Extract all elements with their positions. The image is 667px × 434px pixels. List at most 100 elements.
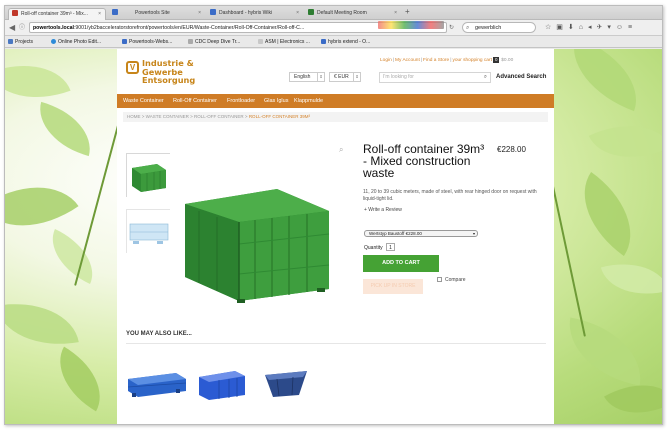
- tab-roll-off-container[interactable]: Roll-off container 39m³ - Mix... ×: [8, 8, 106, 20]
- bookmark-favicon-icon: [51, 39, 56, 44]
- bookmark-asm-electronics[interactable]: ASM | Electronics ...: [258, 37, 310, 47]
- bookmark-powertools-webs[interactable]: Powertools-Webs...: [122, 37, 172, 47]
- variant-select[interactable]: Wertstyp Baustoff €228.00 ▾: [364, 230, 478, 237]
- tab-favicon-icon: [210, 9, 216, 15]
- tab-label: Dashboard - hybris Wiki: [219, 10, 273, 16]
- select-arrows-icon: ⇕: [353, 73, 360, 81]
- currency-value: € EUR: [334, 74, 349, 80]
- product-price: €228.00: [497, 145, 526, 154]
- back-arrow-icon[interactable]: ◀: [9, 23, 15, 33]
- bookmark-label: Powertools-Webs...: [129, 39, 173, 45]
- related-product-2[interactable]: [197, 367, 247, 402]
- nav-klappmulde[interactable]: Klappmulde: [294, 94, 323, 108]
- write-review-link[interactable]: + Write a Review: [364, 207, 402, 213]
- quantity-input[interactable]: 1: [386, 243, 396, 251]
- nav-glas-iglus[interactable]: Glas Iglus: [264, 94, 288, 108]
- bookmark-label: Projects: [15, 39, 34, 45]
- quantity-field: Quantity 1: [364, 243, 396, 252]
- close-tab-icon[interactable]: ×: [98, 9, 101, 20]
- bookmarks-bar: Projects Online Photo Edit... Powertools…: [5, 36, 662, 48]
- zoom-icon[interactable]: ⌕: [339, 145, 343, 155]
- cart-count-badge[interactable]: 0: [493, 57, 500, 63]
- new-tab-icon[interactable]: +: [405, 7, 410, 16]
- toolbar-icons[interactable]: ☆▣⬇⌂◂✈▾☺≡: [545, 23, 637, 32]
- folder-icon: [8, 39, 13, 44]
- logo-text: Industrie & Gewerbe Entsorgung: [142, 59, 232, 85]
- close-tab-icon[interactable]: ×: [296, 8, 299, 19]
- compare-checkbox[interactable]: Compare: [437, 277, 466, 284]
- bookmark-label: CDC Deep Dive Tr...: [195, 39, 241, 45]
- logo-line-2: Entsorgung: [142, 75, 196, 85]
- add-to-cart-button[interactable]: ADD TO CART: [363, 255, 439, 272]
- bookmark-online-photo-edit[interactable]: Online Photo Edit...: [51, 37, 101, 47]
- browser-search-value: gewerblich: [475, 25, 502, 31]
- bookmark-label: hybris extend - O...: [328, 39, 371, 45]
- bookmark-hybris-extend[interactable]: hybris extend - O...: [321, 37, 370, 47]
- currency-select[interactable]: € EUR ⇕: [329, 72, 361, 82]
- breadcrumb: HOME > WASTE CONTAINER > ROLL-OFF CONTAI…: [123, 112, 548, 122]
- bookmark-favicon-icon: [258, 39, 263, 44]
- tab-favicon-icon: [12, 10, 18, 16]
- blue-roll-off-container-image: [199, 371, 245, 400]
- shopping-cart-link[interactable]: your shopping cart: [452, 58, 491, 63]
- cart-total: $0.00: [501, 58, 514, 63]
- tab-bar: Roll-off container 39m³ - Mix... × Powert…: [5, 6, 662, 20]
- product-thumbnail-2[interactable]: [126, 209, 171, 254]
- login-link[interactable]: Login: [380, 58, 392, 63]
- product-thumbnail-1[interactable]: [126, 153, 171, 198]
- close-tab-icon[interactable]: ×: [394, 8, 397, 19]
- nav-waste-container[interactable]: Waste Container: [123, 94, 164, 108]
- tab-powertools-site[interactable]: Powertools Site ×: [109, 8, 205, 20]
- tab-favicon-icon: [308, 9, 314, 15]
- logo-line-1: Industrie & Gewerbe: [142, 58, 194, 77]
- product-main-image[interactable]: [177, 149, 337, 304]
- tab-label: Default Meeting Room: [317, 10, 367, 16]
- checkbox-icon[interactable]: [437, 277, 442, 282]
- bookmark-label: ASM | Electronics ...: [265, 39, 310, 45]
- green-roll-off-container-image: [185, 189, 330, 303]
- search-icon: ⌕: [466, 25, 470, 31]
- divider: [126, 343, 546, 344]
- my-account-link[interactable]: My Account: [395, 58, 420, 63]
- header-links: Login|My Account|Find a Store|your shopp…: [380, 57, 514, 63]
- nav-roll-off-container[interactable]: Roll-Off Container: [173, 94, 217, 108]
- bookmark-projects[interactable]: Projects: [8, 37, 33, 47]
- pick-up-in-store-button[interactable]: PICK UP IN STORE: [363, 279, 423, 294]
- bookmark-cdc-deep-dive[interactable]: CDC Deep Dive Tr...: [188, 37, 240, 47]
- tab-favicon-icon: [112, 9, 118, 15]
- logo-badge-icon: V: [126, 61, 139, 74]
- tab-label: Roll-off container 39m³ - Mix...: [21, 11, 88, 17]
- tab-dashboard-hybris-wiki[interactable]: Dashboard - hybris Wiki ×: [207, 8, 303, 20]
- info-icon[interactable]: ⓘ: [19, 23, 25, 33]
- close-tab-icon[interactable]: ×: [198, 8, 201, 19]
- page-viewport: V Industrie & Gewerbe Entsorgung English…: [5, 49, 662, 424]
- product-title: Roll-off container 39m³ - Mixed construc…: [363, 142, 485, 180]
- search-icon[interactable]: ⌕: [484, 73, 487, 82]
- advanced-search-link[interactable]: Advanced Search: [496, 74, 546, 80]
- bookmark-label: Online Photo Edit...: [58, 39, 102, 45]
- bookmark-favicon-icon: [122, 39, 127, 44]
- container-thumbnail-image: [127, 154, 171, 198]
- extension-icons[interactable]: [378, 21, 444, 29]
- compare-label: Compare: [445, 277, 466, 283]
- variant-value: Wertstyp Baustoff €228.00: [369, 231, 422, 236]
- browser-search-input[interactable]: ⌕ gewerblich: [462, 22, 536, 33]
- find-store-link[interactable]: Find a Store: [423, 58, 449, 63]
- breadcrumb-current: ROLL-OFF CONTAINER 39M³: [248, 114, 310, 119]
- bookmark-favicon-icon: [321, 39, 326, 44]
- reload-icon[interactable]: ↻: [449, 23, 454, 33]
- related-product-1[interactable]: [126, 367, 188, 402]
- main-navigation: Waste Container Roll-Off Container Front…: [117, 94, 554, 108]
- site-search-input[interactable]: I'm looking for ⌕: [379, 72, 491, 83]
- bookmark-favicon-icon: [188, 39, 193, 44]
- search-placeholder: I'm looking for: [383, 74, 414, 80]
- related-heading: YOU MAY ALSO LIKE...: [126, 331, 192, 337]
- browser-window: Roll-off container 39m³ - Mix... × Powert…: [4, 5, 663, 425]
- language-select[interactable]: English ⇕: [289, 72, 325, 82]
- nav-frontloader[interactable]: Frontloader: [227, 94, 255, 108]
- tab-default-meeting-room[interactable]: Default Meeting Room ×: [305, 8, 401, 20]
- select-arrows-icon: ⇕: [317, 73, 324, 81]
- breadcrumb-trail[interactable]: HOME > WASTE CONTAINER > ROLL-OFF CONTAI…: [127, 114, 249, 119]
- related-product-3[interactable]: [263, 367, 309, 402]
- navigation-toolbar: ◀ ⓘ powertools.local:9001/yb2baccelerato…: [5, 20, 662, 36]
